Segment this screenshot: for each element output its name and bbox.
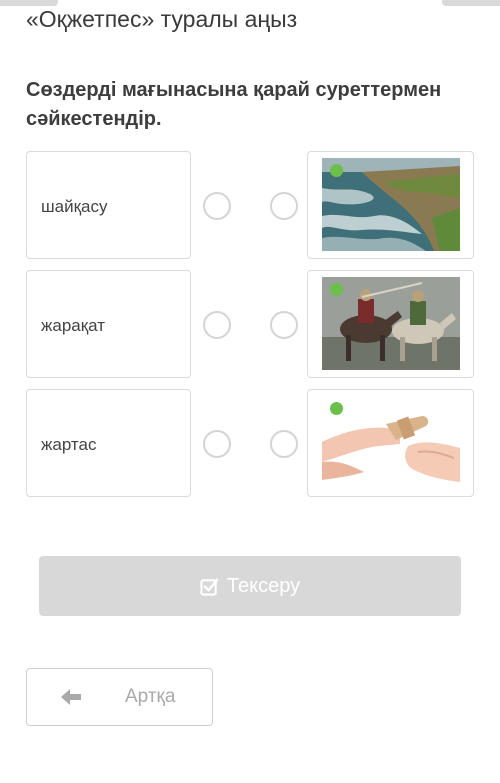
image-card-3[interactable]	[307, 389, 474, 497]
question-text: Сөздерді мағынасына қарай суреттермен сә…	[26, 79, 442, 130]
check-button[interactable]: Тексеру	[39, 556, 461, 616]
arrow-left-icon	[61, 689, 81, 705]
image-badge-icon	[330, 283, 343, 296]
word-radio-1[interactable]	[203, 192, 231, 220]
sea-cliff-image	[322, 158, 460, 251]
top-tab-right	[442, 0, 500, 6]
image-card-1[interactable]	[307, 151, 474, 259]
image-badge-icon	[330, 402, 343, 415]
word-card-2[interactable]: жарақат	[26, 270, 191, 378]
word-card-3[interactable]: жартас	[26, 389, 191, 497]
back-button-label: Артқа	[125, 686, 176, 707]
image-radio-2[interactable]	[270, 311, 298, 339]
checkbox-check-icon	[200, 578, 219, 596]
horsemen-battle-image	[322, 277, 460, 370]
check-button-label: Тексеру	[226, 574, 301, 597]
image-radio-3[interactable]	[270, 430, 298, 458]
word-label: жарақат	[41, 316, 106, 335]
image-badge-icon	[330, 164, 343, 177]
back-button[interactable]: Артқа	[26, 668, 213, 726]
word-radio-2[interactable]	[203, 311, 231, 339]
word-label: шайқасу	[41, 197, 108, 216]
image-radio-1[interactable]	[270, 192, 298, 220]
image-card-2[interactable]	[307, 270, 474, 378]
word-card-1[interactable]: шайқасу	[26, 151, 191, 259]
lesson-title: «Оқжетпес» туралы аңыз	[26, 6, 298, 32]
bandaged-finger-image	[322, 396, 460, 489]
word-label: жартас	[41, 435, 97, 454]
word-radio-3[interactable]	[203, 430, 231, 458]
